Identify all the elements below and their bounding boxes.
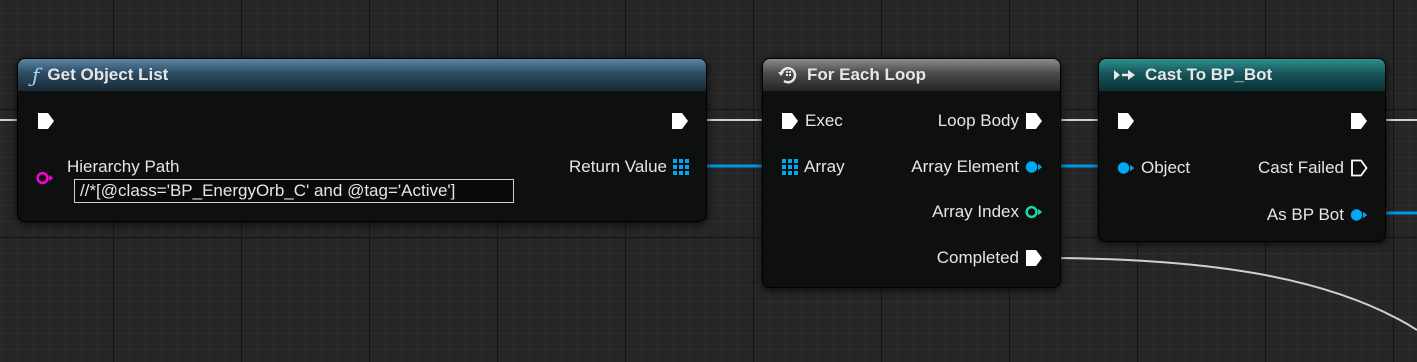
- object-pin[interactable]: Object: [1117, 158, 1196, 178]
- array-element-pin[interactable]: Array Element: [905, 157, 1043, 177]
- return-value-label: Return Value: [569, 157, 667, 176]
- exec-label: Exec: [805, 111, 843, 130]
- completed-pin[interactable]: Completed: [931, 248, 1043, 268]
- return-value-pin[interactable]: Return Value: [563, 157, 689, 177]
- function-icon: ƒ: [32, 63, 40, 87]
- exec-pin-icon: [1026, 250, 1042, 266]
- array-grid-icon: [673, 159, 689, 175]
- cast-icon: [1113, 67, 1137, 83]
- cast-exec-in-pin[interactable]: [1117, 111, 1135, 131]
- exec-pin-icon: [672, 113, 688, 129]
- for-each-loop-header[interactable]: For Each Loop: [763, 59, 1060, 91]
- exec-pin-icon: [1026, 113, 1042, 129]
- exec-pin-icon: [782, 113, 798, 129]
- object-label: Object: [1141, 158, 1191, 177]
- completed-label: Completed: [936, 248, 1019, 267]
- string-pin-icon: [36, 171, 54, 185]
- hierarchy-path-label: Hierarchy Path: [67, 157, 180, 176]
- as-bp-bot-label: As BP Bot: [1266, 205, 1344, 224]
- cast-failed-pin[interactable]: Cast Failed: [1252, 158, 1368, 178]
- integer-pin-icon: [1025, 205, 1043, 219]
- for-each-loop-title: For Each Loop: [807, 65, 926, 84]
- loop-body-label: Loop Body: [937, 111, 1019, 130]
- object-pin-icon: [1350, 209, 1368, 221]
- array-pin[interactable]: Array: [782, 157, 851, 177]
- as-bp-bot-pin[interactable]: As BP Bot: [1261, 205, 1368, 225]
- loop-icon: [777, 65, 799, 85]
- cast-failed-label: Cast Failed: [1258, 158, 1344, 177]
- exec-pin[interactable]: Exec: [781, 111, 849, 131]
- array-index-pin[interactable]: Array Index: [926, 202, 1043, 222]
- array-grid-icon: [782, 159, 798, 175]
- object-pin-icon: [1025, 161, 1043, 173]
- node-get-object-list[interactable]: ƒ Get Object List Hierarchy Path //*[@cl…: [17, 58, 707, 222]
- exec-in-pin[interactable]: [37, 111, 55, 131]
- exec-wire-completed-out[interactable]: [1040, 257, 1417, 331]
- hierarchy-path-pin[interactable]: [36, 171, 54, 185]
- hierarchy-path-input[interactable]: //*[@class='BP_EnergyOrb_C' and @tag='Ac…: [74, 179, 514, 203]
- exec-pin-icon: [1118, 113, 1134, 129]
- exec-out-pin[interactable]: [671, 111, 689, 131]
- cast-to-bp-bot-title: Cast To BP_Bot: [1145, 65, 1273, 84]
- node-cast-to-bp-bot[interactable]: Cast To BP_Bot Object Cast Failed As BP …: [1098, 58, 1386, 242]
- object-pin-icon: [1117, 162, 1135, 174]
- exec-pin-outline-icon: [1351, 159, 1368, 177]
- array-element-label: Array Element: [911, 157, 1019, 176]
- get-object-list-title: Get Object List: [47, 65, 169, 84]
- exec-pin-icon: [38, 113, 54, 129]
- cast-to-bp-bot-header[interactable]: Cast To BP_Bot: [1099, 59, 1385, 91]
- node-for-each-loop[interactable]: For Each Loop Exec Loop Body Array Array…: [762, 58, 1061, 288]
- array-label: Array: [804, 157, 845, 176]
- cast-exec-out-pin[interactable]: [1350, 111, 1368, 131]
- exec-pin-icon: [1351, 113, 1367, 129]
- loop-body-pin[interactable]: Loop Body: [932, 111, 1043, 131]
- array-index-label: Array Index: [932, 202, 1019, 221]
- get-object-list-header[interactable]: ƒ Get Object List: [18, 59, 706, 91]
